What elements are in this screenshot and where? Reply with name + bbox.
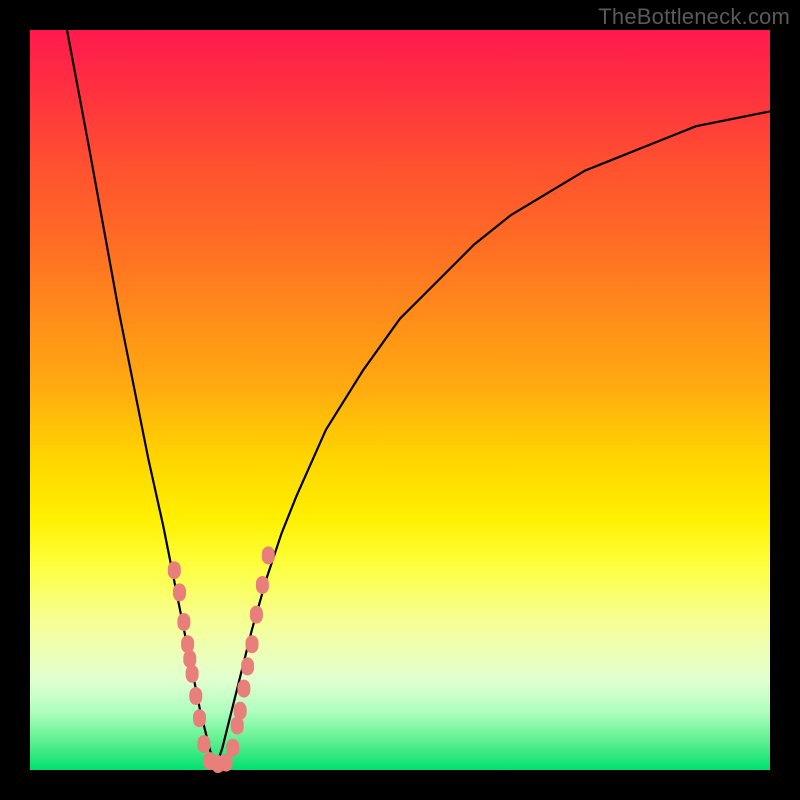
marker-cluster — [168, 546, 275, 773]
marker — [226, 739, 239, 757]
bottleneck-curve — [67, 30, 770, 770]
marker — [186, 665, 199, 683]
marker — [193, 709, 206, 727]
marker — [256, 576, 269, 594]
marker — [246, 635, 259, 653]
curve-layer — [30, 30, 770, 770]
marker — [237, 680, 250, 698]
curve-path — [67, 30, 770, 770]
marker — [262, 546, 275, 564]
watermark-text: TheBottleneck.com — [598, 4, 790, 30]
plot-area — [30, 30, 770, 770]
marker — [177, 613, 190, 631]
chart-frame: TheBottleneck.com — [0, 0, 800, 800]
marker — [250, 606, 263, 624]
marker — [197, 735, 210, 753]
marker — [168, 561, 181, 579]
marker — [173, 583, 186, 601]
marker — [241, 657, 254, 675]
marker — [189, 687, 202, 705]
marker — [234, 702, 247, 720]
